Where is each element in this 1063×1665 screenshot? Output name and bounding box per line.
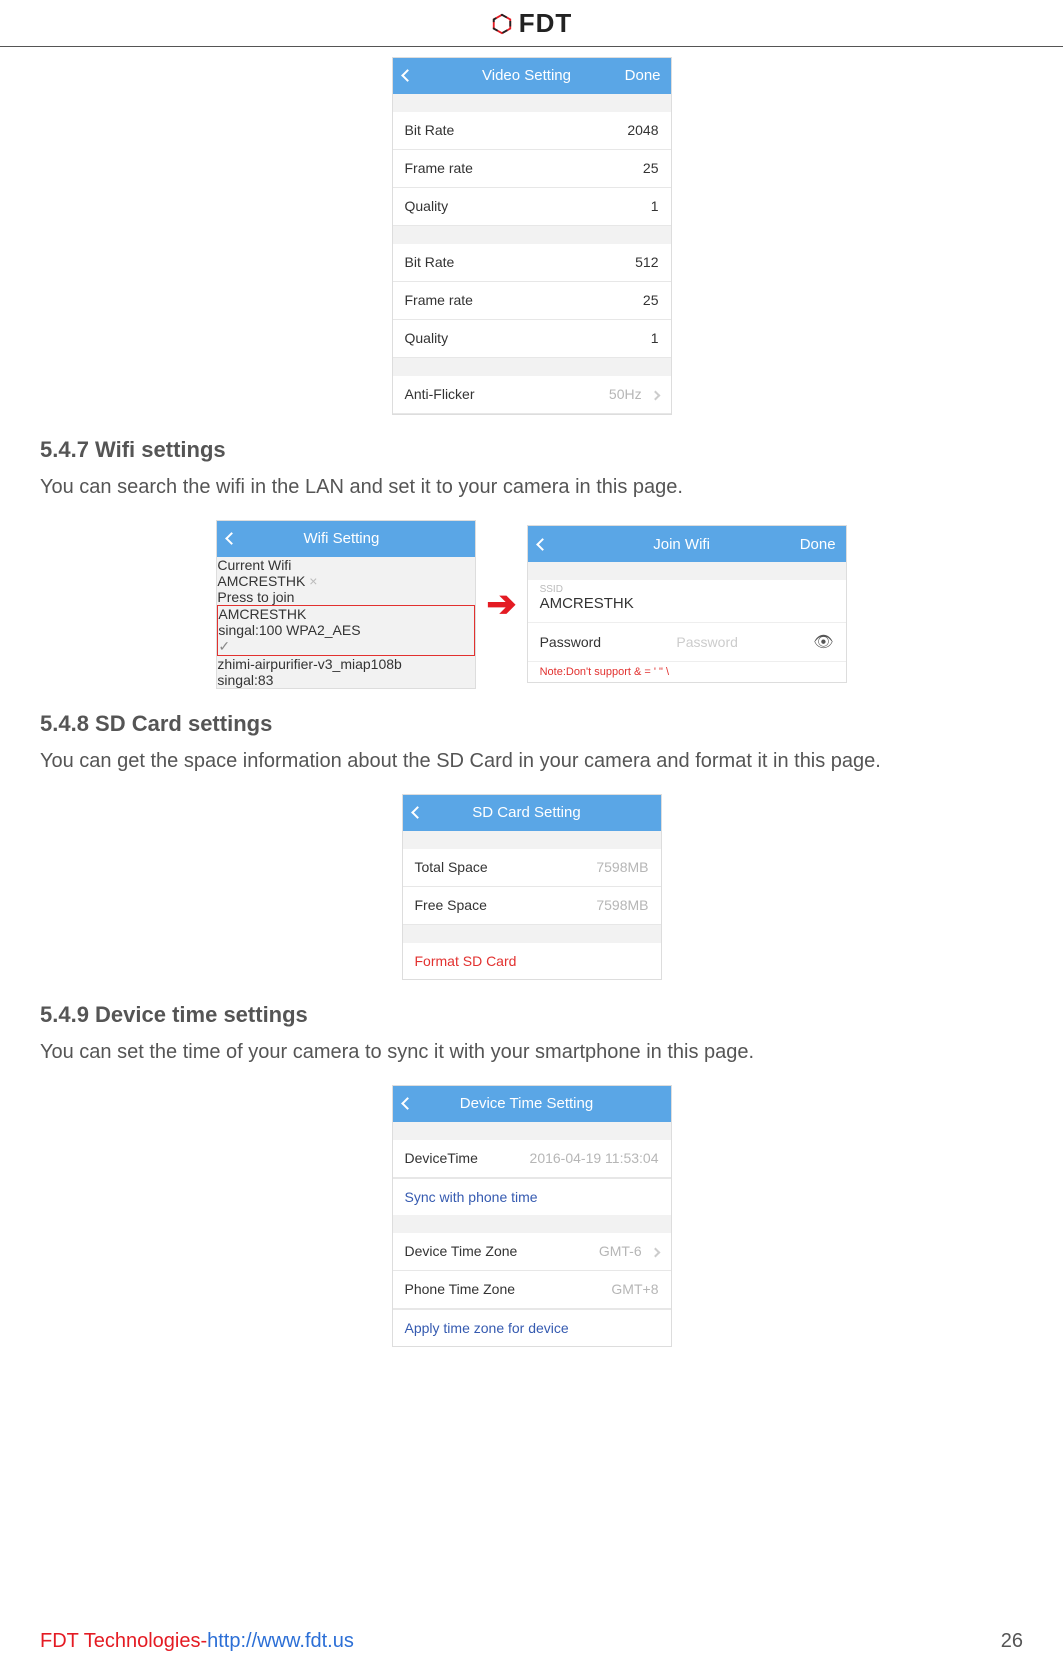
row-bitrate1[interactable]: Bit Rate 2048 [393,112,671,150]
footer-url[interactable]: http://www.fdt.us [207,1630,354,1652]
current-wifi-header: Current Wifi [217,557,475,573]
sdcard-titlebar: SD Card Setting [403,795,661,831]
body-549: You can set the time of your camera to s… [40,1038,1023,1067]
row-quality2[interactable]: Quality 1 [393,320,671,358]
close-icon[interactable]: × [309,573,317,589]
heading-547: 5.4.7 Wifi settings [40,437,1023,463]
chevron-right-icon [650,1248,660,1258]
password-row[interactable]: Password Password 👁 [528,622,846,662]
format-sd-button[interactable]: Format SD Card [403,943,661,979]
password-placeholder: Password [676,634,737,650]
row-device-tz[interactable]: Device Time Zone GMT-6 [393,1233,671,1271]
arrow-right-icon: ➔ [486,586,516,622]
back-icon[interactable] [226,532,239,545]
row-free-space: Free Space 7598MB [403,887,661,925]
back-icon[interactable] [401,69,414,82]
row-antiflicker[interactable]: Anti-Flicker 50Hz [393,376,671,414]
devicetime-mock: Device Time Setting DeviceTime 2016-04-1… [392,1085,672,1347]
wifi-network-1[interactable]: AMCRESTHK singal:100 WPA2_AES ✓ [217,605,475,656]
wifi-note: Note:Don't support & = ' " \ [528,662,846,682]
sync-phone-button[interactable]: Sync with phone time [393,1178,671,1215]
page-footer: FDT Technologies-http://www.fdt.us 26 [0,1630,1063,1653]
chevron-right-icon [650,391,660,401]
ssid-label: SSID [540,584,834,595]
brand-name: FDT [519,8,573,39]
back-icon[interactable] [401,1097,414,1110]
sdcard-mock: SD Card Setting Total Space 7598MB Free … [402,794,662,980]
video-title: Video Setting [443,67,611,84]
body-548: You can get the space information about … [40,747,1023,776]
label: Bit Rate [405,122,455,138]
row-total-space: Total Space 7598MB [403,849,661,887]
row-phone-tz: Phone Time Zone GMT+8 [393,1271,671,1309]
heading-548: 5.4.8 SD Card settings [40,711,1023,737]
apply-tz-button[interactable]: Apply time zone for device [393,1309,671,1346]
done-button[interactable]: Done [611,67,661,84]
row-bitrate2[interactable]: Bit Rate 512 [393,244,671,282]
wifi-setting-mock: Wifi Setting Current Wifi AMCRESTHK × Pr… [216,520,476,689]
ssid-value: AMCRESTHK [540,595,834,612]
current-wifi-item[interactable]: AMCRESTHK × [217,573,475,589]
done-button[interactable]: Done [786,536,836,553]
video-setting-mock: Video Setting Done Bit Rate 2048 Frame r… [392,57,672,415]
heading-549: 5.4.9 Device time settings [40,1002,1023,1028]
back-icon[interactable] [536,538,549,551]
row-device-time: DeviceTime 2016-04-19 11:53:04 [393,1140,671,1178]
page-number: 26 [1001,1630,1023,1653]
devicetime-titlebar: Device Time Setting [393,1086,671,1122]
checkmark-icon: ✓ [218,638,230,654]
video-titlebar: Video Setting Done [393,58,671,94]
join-wifi-mock: Join Wifi Done SSID AMCRESTHK Password P… [527,525,847,683]
body-547: You can search the wifi in the LAN and s… [40,473,1023,502]
value: 2048 [627,122,658,138]
hexagon-icon [491,13,513,35]
eye-icon[interactable]: 👁 [813,632,833,652]
pick-header: Press to join [217,589,475,605]
brand-logo: FDT [491,8,573,39]
footer-company: FDT Technologies- [40,1630,207,1652]
row-framerate2[interactable]: Frame rate 25 [393,282,671,320]
row-framerate1[interactable]: Frame rate 25 [393,150,671,188]
wifi-titlebar: Wifi Setting [217,521,475,557]
joinwifi-titlebar: Join Wifi Done [528,526,846,562]
page-header: FDT [0,0,1063,47]
row-quality1[interactable]: Quality 1 [393,188,671,226]
back-icon[interactable] [411,806,424,819]
wifi-network-2[interactable]: zhimi-airpurifier-v3_miap108b singal:83 [217,656,475,688]
